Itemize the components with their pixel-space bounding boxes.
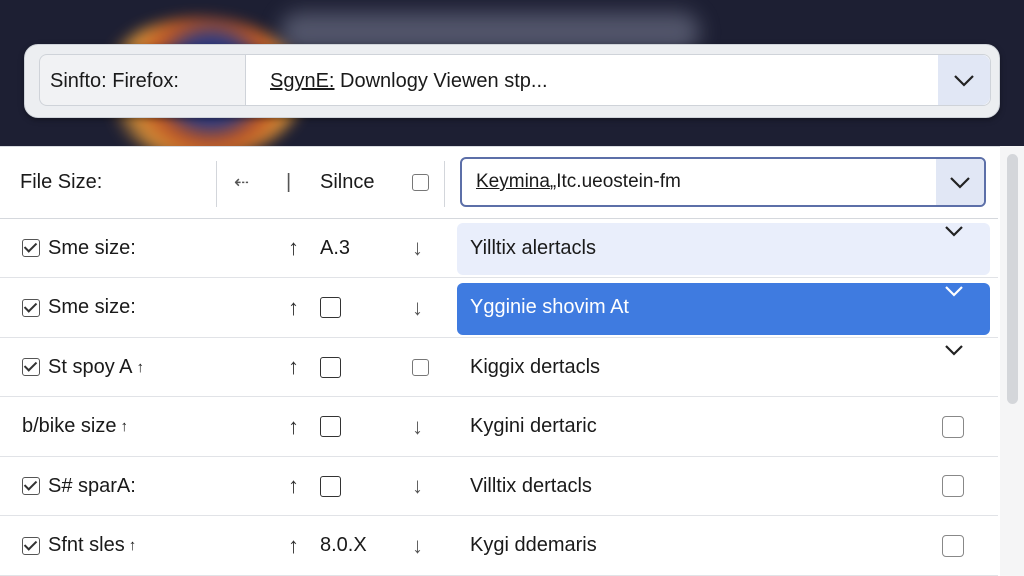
row-description: Kiggix dertacls [470, 355, 601, 378]
checkbox-icon [320, 297, 341, 318]
arrow-up-icon[interactable]: ↑ [288, 398, 299, 456]
viewer-select-prefix: SgynE: [270, 70, 335, 92]
row-name: S# sparA: [48, 474, 136, 497]
table-row[interactable]: Sme size: ↑ ↓ Ygginie shovim At [0, 279, 998, 338]
filter-select-value: „Itc.ueostein-fm [549, 171, 681, 192]
row-name: Sme size: [48, 236, 136, 259]
row-description: Ygginie shovim At [470, 296, 629, 318]
column-divider [444, 161, 445, 207]
source-label: Sinfto: Firefox: [39, 54, 245, 106]
filter-select[interactable]: Keymina„Itc.ueostein-fm [460, 157, 986, 207]
table-row[interactable]: Sfnt sles ↑ ↑ 8.0.X ↓ Kygi ddemaris [0, 517, 998, 576]
row-description: Kygi ddemaris [470, 534, 597, 556]
arrow-down-icon[interactable]: ↓ [412, 457, 423, 515]
checkbox-icon[interactable] [22, 358, 40, 376]
column-file-size: File Size: [20, 171, 103, 193]
row-name: Sfnt sles [48, 534, 125, 556]
scrollbar-thumb[interactable] [1007, 154, 1018, 404]
chevron-down-icon [945, 226, 963, 237]
checkbox-icon [320, 416, 341, 437]
row-dropdown-toggle[interactable] [942, 219, 966, 243]
filter-select-underlined: Keymina [476, 171, 550, 192]
file-table: File Size: ⇠ | Silnce Keymina„Itc.ueoste… [0, 146, 1024, 576]
viewer-select[interactable]: SgynE: Downlogy Viewen stp... [245, 54, 991, 106]
arrow-up-icon: ↑ [128, 537, 137, 554]
header-checkbox[interactable] [412, 147, 429, 218]
chevron-down-icon [945, 345, 963, 356]
table-row[interactable]: S# sparA: ↑ ↓ Villtix dertacls [0, 457, 998, 516]
table-row[interactable]: b/bike size ↑ ↑ ↓ Kygini dertaric [0, 398, 998, 457]
source-bar: Sinfto: Firefox: SgynE: Downlogy Viewen … [24, 44, 1000, 118]
row-name-cell: Sfnt sles ↑ [22, 517, 136, 575]
chevron-down-icon [950, 177, 970, 189]
row-dropdown-toggle[interactable] [942, 279, 966, 303]
arrow-down-icon[interactable]: ↓ [412, 219, 423, 277]
row-description: Yilltix alertacls [470, 236, 596, 259]
row-value: A.3 [320, 236, 351, 259]
row-name: St spoy A [48, 355, 133, 378]
row-name-cell: b/bike size ↑ [22, 398, 128, 456]
checkbox-icon [320, 475, 341, 497]
table-row[interactable]: Sme size: ↑ A.3 ↓ Yilltix alertacls [0, 219, 998, 278]
arrow-up-icon[interactable]: ↑ [288, 279, 299, 337]
row-value-box[interactable] [320, 338, 341, 396]
row-value-box[interactable] [320, 398, 341, 456]
arrow-up-icon[interactable]: ↑ [288, 338, 299, 396]
checkbox-icon [942, 475, 964, 497]
viewer-select-value: Downlogy Viewen stp... [334, 70, 548, 92]
row-value-box[interactable] [320, 457, 341, 515]
row-checkbox[interactable] [942, 457, 964, 515]
arrow-down-icon[interactable]: ↓ [412, 517, 423, 575]
filter-select-toggle[interactable] [936, 159, 984, 205]
arrow-down-icon[interactable]: ↓ [412, 279, 423, 337]
vertical-scrollbar[interactable] [1000, 146, 1024, 576]
checkbox-icon [942, 534, 964, 557]
row-name: Sme size: [48, 296, 136, 318]
checkbox-icon [412, 358, 429, 376]
row-name-cell: St spoy A ↑ [22, 338, 144, 396]
header-bar-glyph: | [286, 171, 292, 193]
table-header: File Size: ⇠ | Silnce Keymina„Itc.ueoste… [0, 147, 998, 219]
row-dropdown-toggle[interactable] [942, 338, 966, 362]
checkbox-icon[interactable] [22, 239, 40, 257]
row-name-cell: Sme size: [22, 219, 136, 277]
row-checkbox[interactable] [942, 398, 964, 456]
arrow-up-icon: ↑ [136, 358, 145, 376]
column-since[interactable]: Silnce [320, 147, 374, 218]
arrow-down-icon[interactable]: ↓ [412, 398, 423, 456]
checkbox-icon[interactable] [22, 536, 40, 555]
checkbox-icon[interactable] [22, 477, 40, 495]
row-value-box[interactable] [320, 279, 341, 337]
viewer-select-toggle[interactable] [938, 55, 990, 105]
arrow-up-icon[interactable]: ↑ [288, 517, 299, 575]
row-checkbox[interactable] [942, 517, 964, 575]
row-value: 8.0.X [320, 534, 367, 556]
column-divider [216, 161, 217, 207]
download-viewer-window: Sinfto: Firefox: SgynE: Downlogy Viewen … [0, 0, 1024, 576]
checkbox-icon[interactable] [22, 298, 40, 317]
row-name-cell: S# sparA: [22, 457, 136, 515]
chevron-down-icon [945, 285, 963, 297]
checkbox-icon [942, 415, 964, 438]
arrow-up-icon[interactable]: ↑ [288, 219, 299, 277]
row-toggle-box[interactable] [412, 338, 429, 396]
row-name-cell: Sme size: [22, 279, 136, 337]
checkbox-icon [412, 174, 429, 191]
row-name: b/bike size [22, 415, 117, 437]
row-description: Villtix dertacls [470, 474, 592, 497]
arrow-up-icon[interactable]: ↑ [288, 457, 299, 515]
table-row[interactable]: St spoy A ↑ ↑ Kiggix dertacls [0, 338, 998, 397]
row-description: Kygini dertaric [470, 415, 597, 437]
chevron-down-icon [954, 75, 974, 87]
checkbox-icon [320, 356, 341, 378]
back-arrow-icon[interactable]: ⇠ [234, 147, 249, 218]
arrow-up-icon: ↑ [120, 418, 129, 435]
